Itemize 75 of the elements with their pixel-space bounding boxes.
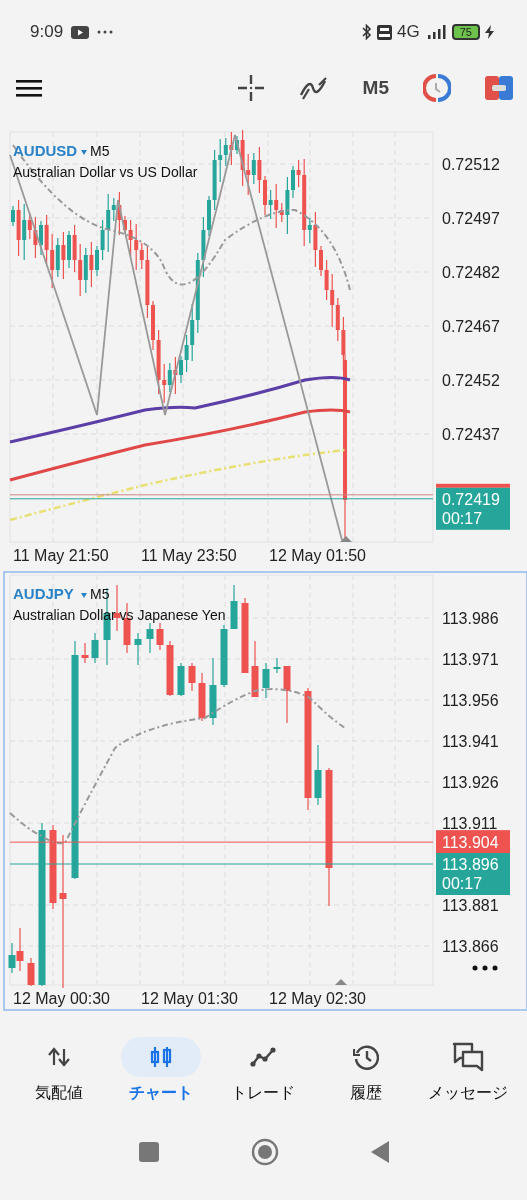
video-app-icon xyxy=(71,25,90,39)
battery-indicator: 75 xyxy=(451,24,480,40)
candlestick-icon xyxy=(150,1045,173,1069)
history-icon xyxy=(352,1044,379,1070)
symbol-description: Australian Dollar vs Japanese Yen xyxy=(13,607,226,623)
candle xyxy=(273,657,281,674)
price-axis-label: 0.72512 xyxy=(442,156,500,173)
price-axis-label: 113.911 xyxy=(442,815,498,832)
more-notifications-icon xyxy=(97,30,114,34)
candle xyxy=(198,672,206,722)
price-axis-label: 0.72467 xyxy=(442,318,500,335)
chat-icon xyxy=(451,1042,484,1072)
candle xyxy=(262,662,270,699)
symbol-description: Australian Dollar vs US Dollar xyxy=(13,164,198,180)
candle xyxy=(220,624,228,688)
back-button[interactable] xyxy=(370,1138,389,1166)
price-axis-label: 0.72437 xyxy=(442,426,500,443)
time-axis-label: 11 May 21:50 xyxy=(13,547,109,564)
nav-tab[interactable]: トレード xyxy=(213,1037,314,1104)
candle xyxy=(91,632,99,664)
candle xyxy=(230,584,238,630)
time-axis-label: 12 May 01:30 xyxy=(141,990,238,1007)
time-axis-label: 12 May 01:50 xyxy=(269,547,366,564)
nav-tab[interactable]: チャート xyxy=(111,1037,212,1104)
nav-tab[interactable]: 履歴 xyxy=(315,1037,416,1104)
candle xyxy=(27,957,35,987)
price-axis-label: 0.72452 xyxy=(442,372,500,389)
time-axis-label: 12 May 02:30 xyxy=(269,990,366,1007)
timeframe-button[interactable]: M5 xyxy=(360,75,391,101)
candle xyxy=(283,665,291,724)
current-bar-marker-icon xyxy=(335,979,347,985)
candle xyxy=(146,622,154,654)
price-axis-label: 113.986 xyxy=(442,610,499,627)
bid-price-tag: 113.896 00:17 xyxy=(436,853,510,895)
dropdown-caret-icon[interactable] xyxy=(81,150,87,155)
price-axis-label: 113.881 xyxy=(442,897,499,914)
menu-button[interactable] xyxy=(14,77,44,99)
charging-icon xyxy=(485,25,494,39)
price-axis-label: 113.866 xyxy=(442,938,499,955)
candle xyxy=(156,622,164,651)
ask-price-tag: 113.904 xyxy=(436,830,510,855)
chart-panel[interactable]: 113.904 113.986 113.971 113.956 113.941 113.926 113.911 113.881 113.866 113.896 00:17 12 May 00:30 12 May 01:30 12 May 02:30 AUDJPY M5 Australian Dollar vs Japanese Yen xyxy=(3,571,527,1011)
network-type: 4G xyxy=(397,22,420,42)
bluetooth-icon xyxy=(362,24,373,40)
chart-timeframe: M5 xyxy=(90,586,110,602)
candle xyxy=(314,744,322,806)
candle xyxy=(81,642,89,664)
nav-tab[interactable]: メッセージ xyxy=(417,1037,518,1104)
price-axis-label: 0.72482 xyxy=(442,264,500,281)
dropdown-caret-icon[interactable] xyxy=(81,593,87,598)
candle xyxy=(134,632,142,666)
price-axis-label: 113.971 xyxy=(442,651,499,668)
symbol-name[interactable]: AUDUSD xyxy=(13,142,78,159)
more-options-icon[interactable] xyxy=(472,965,498,971)
price-axis-label: 0.72497 xyxy=(442,210,500,227)
up-down-arrows-icon xyxy=(48,1047,71,1067)
price-axis-label: 113.956 xyxy=(442,692,499,709)
symbol-name[interactable]: AUDJPY xyxy=(13,585,74,602)
status-time: 9:09 xyxy=(30,22,64,42)
one-click-trading-button[interactable] xyxy=(483,74,515,102)
chart-timeframe: M5 xyxy=(90,143,110,159)
candle xyxy=(177,662,185,697)
home-button[interactable] xyxy=(250,1138,279,1166)
price-axis-label: 113.941 xyxy=(442,733,499,750)
time-axis-label: 12 May 00:30 xyxy=(13,990,110,1007)
candle xyxy=(209,657,217,726)
trade-clock-button[interactable] xyxy=(421,72,453,104)
candle xyxy=(251,640,259,698)
current-bar-marker-icon xyxy=(340,536,352,542)
time-axis-label: 11 May 23:50 xyxy=(141,547,237,564)
nav-tab[interactable]: 気配値 xyxy=(9,1037,110,1104)
price-axis-label: 113.926 xyxy=(442,774,499,791)
candle xyxy=(188,662,196,692)
candle xyxy=(166,640,174,697)
line-chart-icon xyxy=(250,1047,277,1067)
